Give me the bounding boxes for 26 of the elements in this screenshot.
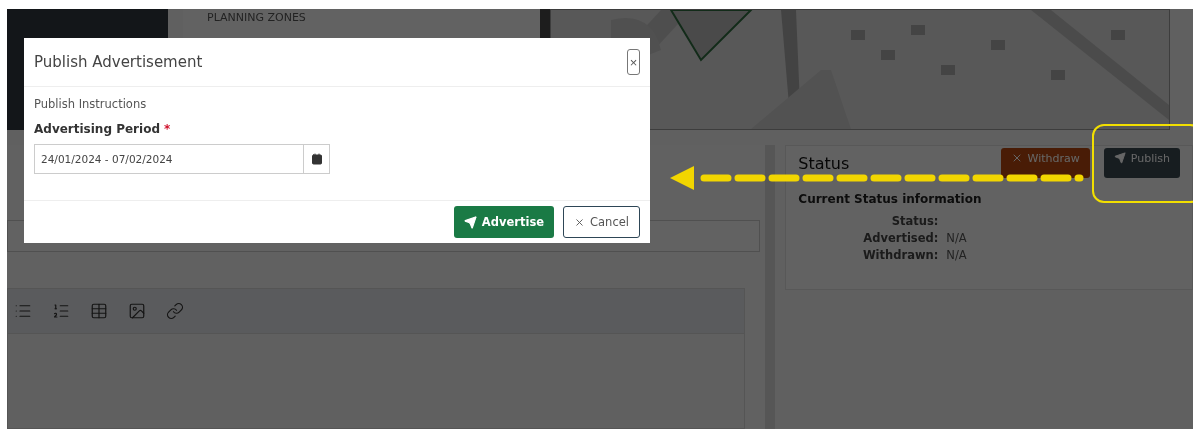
calendar-icon[interactable] bbox=[310, 153, 323, 165]
paper-plane-icon bbox=[1113, 152, 1126, 164]
numbered-list-icon[interactable] bbox=[52, 302, 70, 320]
advertise-button[interactable]: Advertise bbox=[453, 206, 555, 238]
instructions-text: Publish Instructions bbox=[34, 97, 148, 111]
calendar-button[interactable] bbox=[303, 144, 330, 174]
date-range-field[interactable]: 24/01/2024 - 07/02/2024 bbox=[34, 144, 303, 174]
section-title: Current Status information bbox=[798, 192, 983, 206]
bullet-list-icon[interactable] bbox=[14, 302, 32, 320]
status-title: Status bbox=[798, 153, 850, 173]
table-icon[interactable] bbox=[90, 302, 108, 320]
status-label: Withdrawn: bbox=[861, 248, 939, 262]
modal-title: Publish Advertisement bbox=[34, 53, 203, 71]
required-mark: * bbox=[164, 122, 171, 136]
zone-heading: PLANNING ZONES bbox=[207, 11, 307, 24]
status-value: N/A bbox=[946, 248, 968, 262]
paper-plane-icon bbox=[463, 215, 477, 229]
close-button[interactable]: × bbox=[627, 49, 640, 75]
field-label: Advertising Period bbox=[34, 122, 160, 136]
cancel-button[interactable]: Cancel bbox=[563, 206, 640, 238]
link-icon[interactable] bbox=[166, 302, 184, 320]
close-icon bbox=[574, 216, 586, 228]
status-label: Status: bbox=[890, 214, 939, 228]
status-value: N/A bbox=[946, 231, 968, 245]
image-icon[interactable] bbox=[128, 302, 146, 320]
status-label: Advertised: bbox=[862, 231, 939, 245]
